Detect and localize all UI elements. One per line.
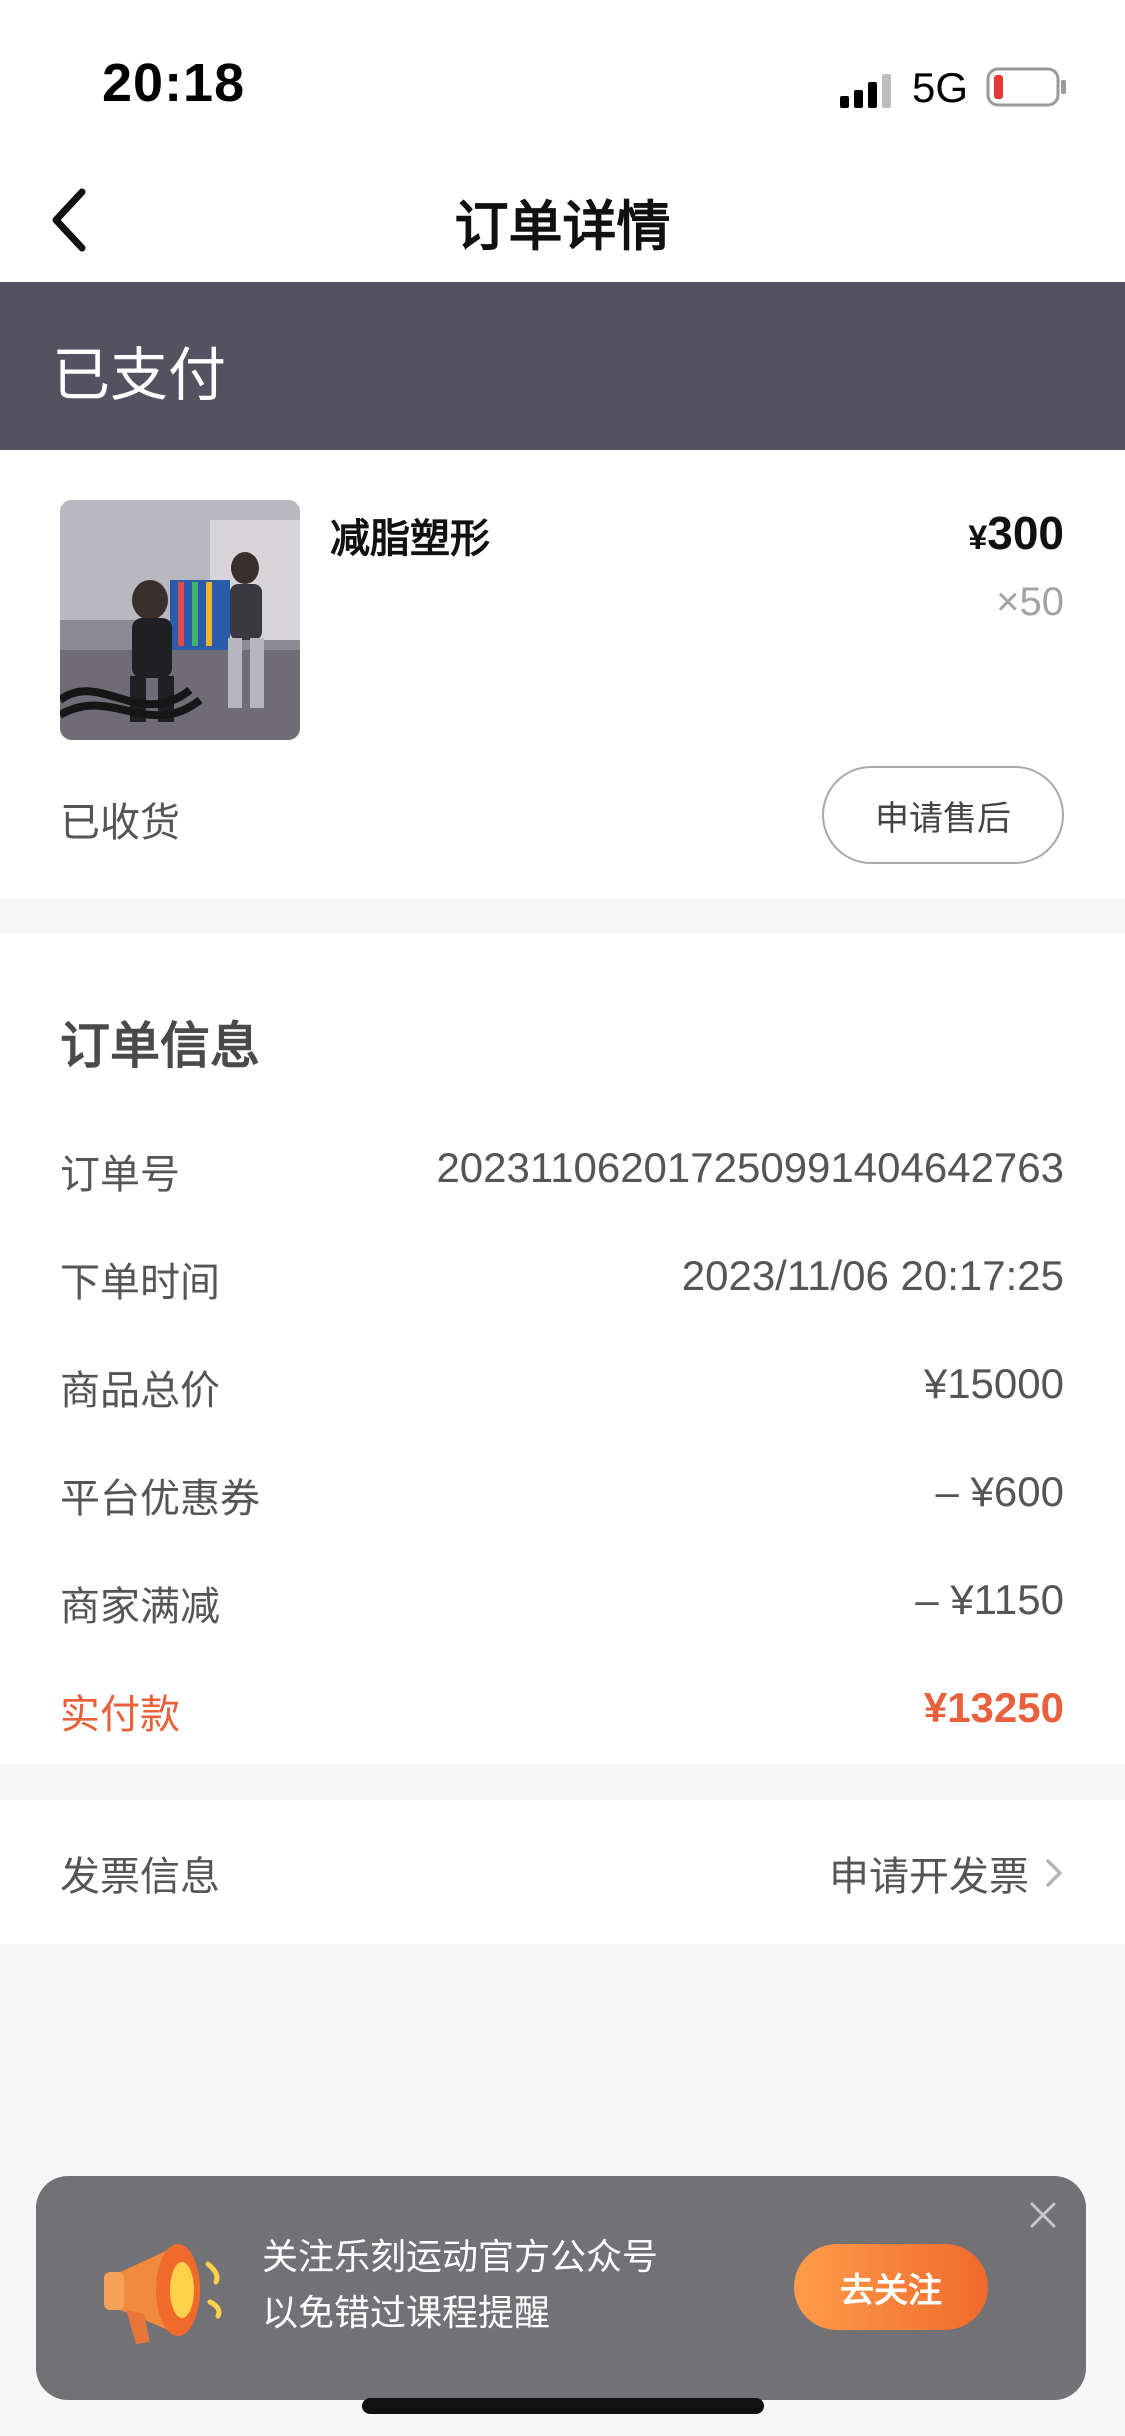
info-label: 商家满减 bbox=[60, 1584, 220, 1630]
price-value: 300 bbox=[987, 507, 1064, 559]
order-time-row: 下单时间 2023/11/06 20:17:25 bbox=[60, 1250, 1064, 1310]
product-price: ¥300 bbox=[968, 506, 1064, 560]
follow-message: 关注乐刻运动官方公众号 以免错过课程提醒 bbox=[262, 2230, 658, 2342]
order-time-value: 2023/11/06 20:17:25 bbox=[681, 1252, 1064, 1299]
merchant-discount-value: – ¥1150 bbox=[915, 1576, 1064, 1623]
invoice-row[interactable]: 发票信息 申请开发票 bbox=[0, 1800, 1125, 1944]
product-thumbnail[interactable] bbox=[60, 500, 300, 740]
info-label: 平台优惠券 bbox=[60, 1476, 260, 1522]
status-time: 20:18 bbox=[102, 53, 246, 113]
merchant-discount-row: 商家满减 – ¥1150 bbox=[60, 1574, 1064, 1634]
follow-message-line2: 以免错过课程提醒 bbox=[262, 2293, 551, 2334]
platform-coupon-row: 平台优惠券 – ¥600 bbox=[60, 1466, 1064, 1526]
info-label: 下单时间 bbox=[60, 1260, 220, 1306]
delivery-status: 已收货 bbox=[60, 800, 180, 846]
status-bar: 20:18 5G bbox=[0, 0, 1125, 160]
goods-total-row: 商品总价 ¥15000 bbox=[60, 1358, 1064, 1418]
price-symbol: ¥ bbox=[968, 519, 988, 557]
info-label: 实付款 bbox=[60, 1692, 180, 1738]
order-info-title: 订单信息 bbox=[60, 1017, 260, 1075]
request-invoice-label: 申请开发票 bbox=[829, 1854, 1029, 1900]
product-card: 减脂塑形 ¥300 ×50 已收货 申请售后 bbox=[0, 450, 1125, 898]
home-indicator bbox=[362, 2398, 764, 2414]
invoice-label: 发票信息 bbox=[60, 1854, 220, 1900]
follow-toast: 关注乐刻运动官方公众号 以免错过课程提醒 去关注 bbox=[36, 2176, 1086, 2400]
follow-message-line1: 关注乐刻运动官方公众号 bbox=[262, 2237, 659, 2278]
nav-bar: 订单详情 bbox=[0, 160, 1125, 282]
network-label: 5G bbox=[912, 64, 969, 111]
signal-icon bbox=[840, 74, 891, 108]
page-title: 订单详情 bbox=[454, 195, 671, 258]
battery-icon bbox=[986, 67, 1066, 107]
megaphone-icon bbox=[104, 2244, 222, 2344]
amount-paid-row: 实付款 ¥13250 bbox=[60, 1682, 1064, 1742]
follow-button[interactable]: 去关注 bbox=[794, 2244, 988, 2330]
order-status-text: 已支付 bbox=[52, 341, 227, 409]
chevron-right-icon bbox=[1046, 1859, 1062, 1887]
amount-paid-value: ¥13250 bbox=[923, 1684, 1064, 1731]
product-name: 减脂塑形 bbox=[330, 516, 490, 562]
info-label: 订单号 bbox=[60, 1152, 180, 1198]
product-quantity: ×50 bbox=[996, 580, 1064, 624]
order-info-section: 订单信息 订单号 20231106201725099140464​2763 下单… bbox=[0, 934, 1125, 1764]
close-icon[interactable] bbox=[1026, 2198, 1060, 2232]
order-status-banner: 已支付 bbox=[0, 282, 1125, 450]
order-number-value[interactable]: 20231106201725099140464​2763 bbox=[436, 1144, 1064, 1192]
info-label: 商品总价 bbox=[60, 1368, 220, 1414]
platform-coupon-value: – ¥600 bbox=[935, 1468, 1064, 1515]
request-invoice-link[interactable]: 申请开发票 bbox=[829, 1844, 1065, 1902]
after-sale-button[interactable]: 申请售后 bbox=[822, 766, 1064, 864]
order-number-row: 订单号 20231106201725099140464​2763 bbox=[60, 1142, 1064, 1202]
goods-total-value: ¥15000 bbox=[923, 1360, 1064, 1407]
